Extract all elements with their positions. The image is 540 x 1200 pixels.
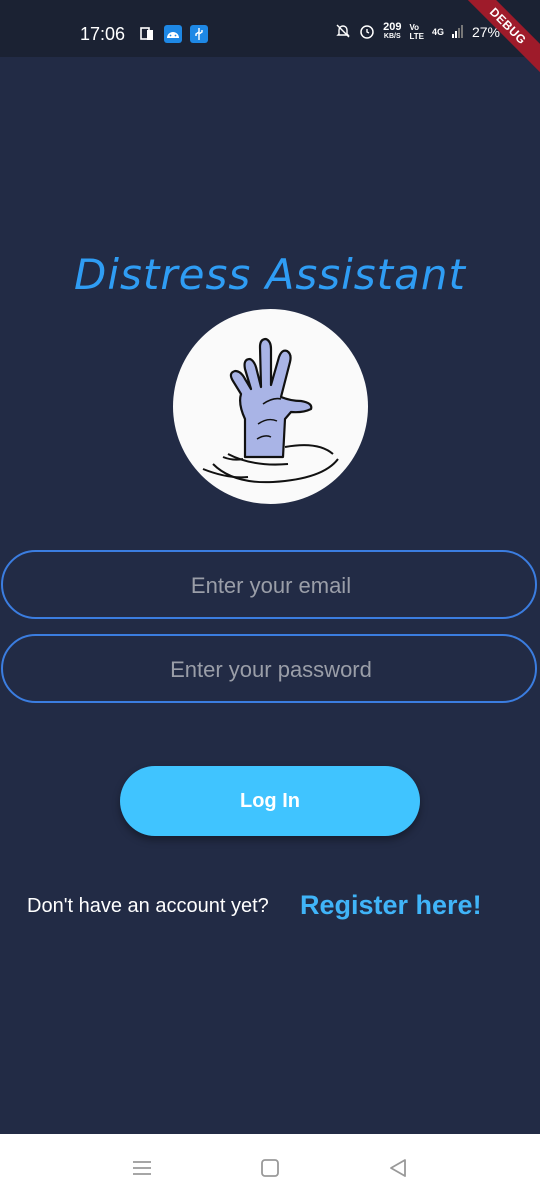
menu-icon[interactable] <box>130 1156 154 1180</box>
alarm-icon <box>359 23 375 42</box>
email-field[interactable] <box>1 550 539 619</box>
speed-value: 209 <box>383 21 402 33</box>
volte-top: Vo <box>409 23 420 32</box>
network-speed: 209 KB/S <box>383 22 401 42</box>
signal-icon <box>451 24 464 41</box>
status-time: 17:06 <box>80 24 126 44</box>
home-icon[interactable] <box>258 1156 282 1180</box>
volte-indicator: Vo LTE <box>409 23 424 41</box>
phone-flip-icon <box>138 25 156 43</box>
password-field[interactable] <box>1 634 539 703</box>
volte-bottom: LTE <box>409 32 424 41</box>
back-icon[interactable] <box>386 1156 410 1180</box>
drowning-hand-icon <box>202 337 339 484</box>
register-prompt: Don't have an account yet? <box>27 895 269 917</box>
speed-unit: KB/S <box>383 33 401 40</box>
system-nav-bar <box>0 1134 540 1200</box>
usb-icon <box>190 25 208 43</box>
status-bar: 17:06 209 KB/S Vo LTE 4G 27% DEBUG <box>0 0 540 76</box>
login-button[interactable]: Log In <box>120 766 420 836</box>
status-right: 209 KB/S Vo LTE 4G 27% <box>335 22 500 42</box>
register-link[interactable]: Register here! <box>300 890 482 921</box>
mute-bell-icon <box>335 23 351 42</box>
register-row: Don't have an account yet? Register here… <box>27 890 527 924</box>
password-input[interactable] <box>3 636 539 703</box>
network-type: 4G <box>431 27 444 37</box>
android-icon <box>164 25 182 43</box>
app-title: Distress Assistant <box>74 250 466 299</box>
status-left-icons <box>138 25 208 43</box>
email-input[interactable] <box>3 552 539 619</box>
app-logo <box>173 309 368 504</box>
